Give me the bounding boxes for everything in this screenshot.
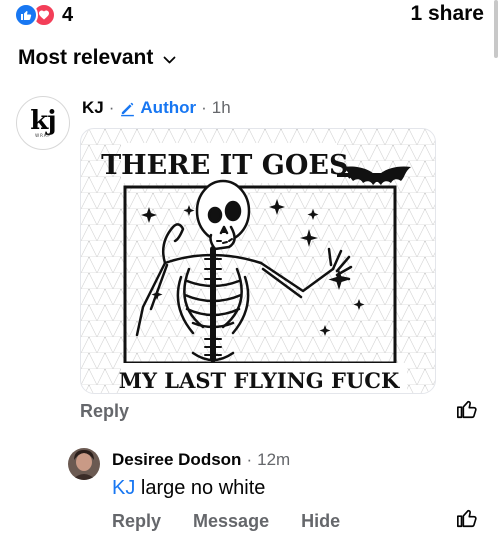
like-icon [14, 3, 38, 27]
thumbs-up-icon [457, 509, 477, 528]
reply-time[interactable]: 12m [257, 450, 290, 470]
like-button[interactable] [456, 398, 478, 425]
mention-link[interactable]: KJ [112, 477, 135, 499]
image-bottom-text: MY LAST FLYING FUCK [119, 368, 400, 393]
sort-label: Most relevant [18, 46, 154, 69]
reply-author-avatar[interactable] [68, 448, 100, 480]
reactions-bar: 4 1 share [0, 0, 500, 34]
comment-time[interactable]: 1h [212, 98, 231, 118]
reply-author-name[interactable]: Desiree Dodson [112, 450, 241, 470]
thumbs-up-icon [457, 400, 477, 419]
kj-logo: kj [30, 105, 56, 136]
kj-logo-subtext: WRAP [35, 132, 51, 138]
reply-like-button[interactable] [456, 507, 478, 534]
reply-body: KJ large no white [112, 477, 265, 500]
reply-header: Desiree Dodson · 12m [112, 450, 290, 470]
scrollbar[interactable] [494, 0, 498, 58]
comment-sort-dropdown[interactable]: Most relevant [18, 46, 176, 70]
reply-text: large no white [135, 477, 266, 499]
author-badge: Author [119, 98, 196, 118]
image-top-text: THERE IT GOES, [101, 150, 357, 181]
comment-image[interactable]: THERE IT GOES, MY LAST FLYING FUCK [80, 128, 436, 394]
share-count[interactable]: 1 share [410, 2, 484, 26]
hide-button[interactable]: Hide [301, 511, 340, 532]
reply-reply-button[interactable]: Reply [112, 511, 161, 532]
comment-author-name[interactable]: KJ [82, 98, 104, 118]
comment-header: KJ · Author · 1h [82, 98, 231, 118]
reaction-count: 4 [62, 3, 74, 26]
author-avatar[interactable]: kj WRAP [16, 96, 70, 150]
separator-dot: · [246, 450, 253, 469]
chevron-down-icon [163, 51, 176, 69]
reactions-summary[interactable]: 4 [14, 3, 73, 27]
separator-dot: · [108, 98, 115, 117]
reply-actions: Reply Message Hide [112, 511, 372, 532]
separator-dot: · [201, 98, 207, 117]
author-badge-label: Author [140, 98, 197, 117]
reply-button[interactable]: Reply [80, 401, 129, 422]
message-button[interactable]: Message [193, 511, 269, 532]
pencil-icon [121, 102, 135, 116]
